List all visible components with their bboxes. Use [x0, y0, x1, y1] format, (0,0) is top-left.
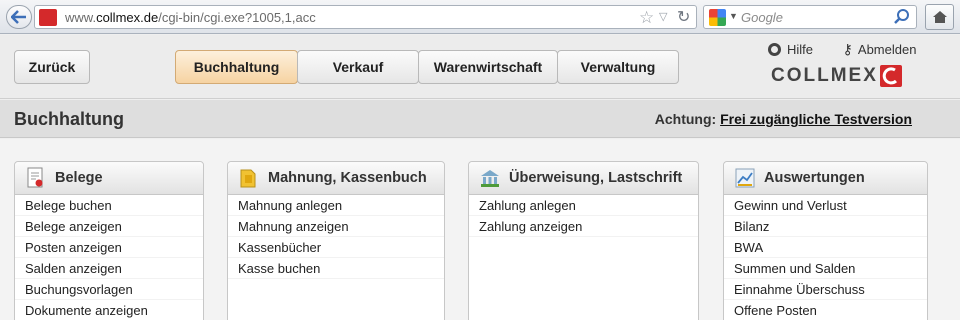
page-title: Buchhaltung	[14, 109, 124, 129]
search-input[interactable]: ▼ Google	[703, 5, 917, 29]
link-dokumente-anzeigen[interactable]: Dokumente anzeigen	[15, 300, 203, 320]
panel-links: Zahlung anlegen Zahlung anzeigen	[469, 195, 698, 237]
browser-toolbar: www.collmex.de/cgi-bin/cgi.exe?1005,1,ac…	[0, 0, 960, 34]
panel-header: Belege	[15, 162, 203, 195]
panel-belege: Belege Belege buchen Belege anzeigen Pos…	[14, 161, 204, 320]
home-icon[interactable]	[925, 4, 954, 30]
link-mahnung-anzeigen[interactable]: Mahnung anzeigen	[228, 216, 444, 237]
help-link[interactable]: Hilfe	[787, 42, 813, 57]
top-links: Hilfe ⚷ Abmelden	[768, 41, 916, 58]
link-kassenbuecher[interactable]: Kassenbücher	[228, 237, 444, 258]
content-area: Belege Belege buchen Belege anzeigen Pos…	[0, 139, 960, 320]
panel-header: Überweisung, Lastschrift	[469, 162, 698, 195]
panel-links: Gewinn und Verlust Bilanz BWA Summen und…	[724, 195, 927, 320]
link-mahnung-anlegen[interactable]: Mahnung anlegen	[228, 195, 444, 216]
site-favicon-icon	[39, 9, 57, 26]
document-certificate-icon	[27, 167, 43, 188]
panel-links: Mahnung anlegen Mahnung anzeigen Kassenb…	[228, 195, 444, 279]
link-buchungsvorlagen[interactable]: Buchungsvorlagen	[15, 279, 203, 300]
notice-prefix: Achtung:	[654, 111, 717, 127]
testversion-link[interactable]: Frei zugängliche Testversion	[720, 111, 912, 127]
back-arrow-icon[interactable]	[6, 5, 32, 29]
link-offene-posten[interactable]: Offene Posten	[724, 300, 927, 320]
link-salden-anzeigen[interactable]: Salden anzeigen	[15, 258, 203, 279]
testversion-notice: Achtung: Frei zugängliche Testversion	[655, 111, 912, 127]
tab-verkauf[interactable]: Verkauf	[297, 50, 419, 84]
report-chart-icon	[735, 168, 755, 188]
link-zahlung-anlegen[interactable]: Zahlung anlegen	[469, 195, 698, 216]
tab-buchhaltung[interactable]: Buchhaltung	[175, 50, 298, 84]
collmex-logo: COLLMEX	[771, 65, 902, 87]
link-summen-und-salden[interactable]: Summen und Salden	[724, 258, 927, 279]
tab-verwaltung[interactable]: Verwaltung	[557, 50, 679, 84]
engine-dropdown-icon[interactable]: ▼	[729, 11, 738, 21]
url-text: www.collmex.de/cgi-bin/cgi.exe?1005,1,ac…	[65, 10, 316, 25]
title-band: Buchhaltung Achtung: Frei zugängliche Te…	[0, 100, 960, 138]
panel-title: Belege	[55, 170, 103, 186]
url-path: /cgi-bin/cgi.exe?1005,1,acc	[158, 10, 316, 25]
logo-mark-icon	[879, 65, 902, 87]
tab-warenwirtschaft[interactable]: Warenwirtschaft	[418, 50, 558, 84]
folder-icon	[240, 169, 256, 188]
panel-title: Mahnung, Kassenbuch	[268, 170, 427, 186]
app-header: Zurück Buchhaltung Verkauf Warenwirtscha…	[0, 35, 960, 99]
panel-title: Überweisung, Lastschrift	[509, 170, 683, 186]
bank-transfer-icon	[481, 170, 499, 187]
google-engine-icon[interactable]	[709, 9, 726, 26]
help-icon[interactable]	[768, 43, 781, 57]
link-einnahme-ueberschuss[interactable]: Einnahme Überschuss	[724, 279, 927, 300]
history-dropdown-icon[interactable]: ▽	[659, 10, 667, 23]
address-bar[interactable]: www.collmex.de/cgi-bin/cgi.exe?1005,1,ac…	[34, 5, 697, 29]
reload-icon[interactable]: ↻	[677, 7, 690, 27]
link-belege-anzeigen[interactable]: Belege anzeigen	[15, 216, 203, 237]
panel-ueberweisung-lastschrift: Überweisung, Lastschrift Zahlung anlegen…	[468, 161, 699, 320]
link-belege-buchen[interactable]: Belege buchen	[15, 195, 203, 216]
key-icon[interactable]: ⚷	[843, 41, 853, 58]
panel-header: Auswertungen	[724, 162, 927, 195]
search-icon[interactable]	[893, 8, 911, 26]
back-button[interactable]: Zurück	[14, 50, 90, 84]
url-prefix: www.	[65, 10, 97, 25]
panel-header: Mahnung, Kassenbuch	[228, 162, 444, 195]
bookmark-star-icon[interactable]: ☆	[639, 8, 654, 28]
panel-mahnung-kassenbuch: Mahnung, Kassenbuch Mahnung anlegen Mahn…	[227, 161, 445, 320]
link-bwa[interactable]: BWA	[724, 237, 927, 258]
link-zahlung-anzeigen[interactable]: Zahlung anzeigen	[469, 216, 698, 237]
url-domain: collmex.de	[96, 10, 159, 25]
search-placeholder: Google	[741, 10, 783, 25]
panel-title: Auswertungen	[764, 170, 865, 186]
panel-links: Belege buchen Belege anzeigen Posten anz…	[15, 195, 203, 320]
link-posten-anzeigen[interactable]: Posten anzeigen	[15, 237, 203, 258]
link-bilanz[interactable]: Bilanz	[724, 216, 927, 237]
link-kasse-buchen[interactable]: Kasse buchen	[228, 258, 444, 279]
logo-text: COLLMEX	[771, 65, 878, 86]
panel-auswertungen: Auswertungen Gewinn und Verlust Bilanz B…	[723, 161, 928, 320]
logout-link[interactable]: Abmelden	[858, 42, 917, 57]
link-gewinn-und-verlust[interactable]: Gewinn und Verlust	[724, 195, 927, 216]
